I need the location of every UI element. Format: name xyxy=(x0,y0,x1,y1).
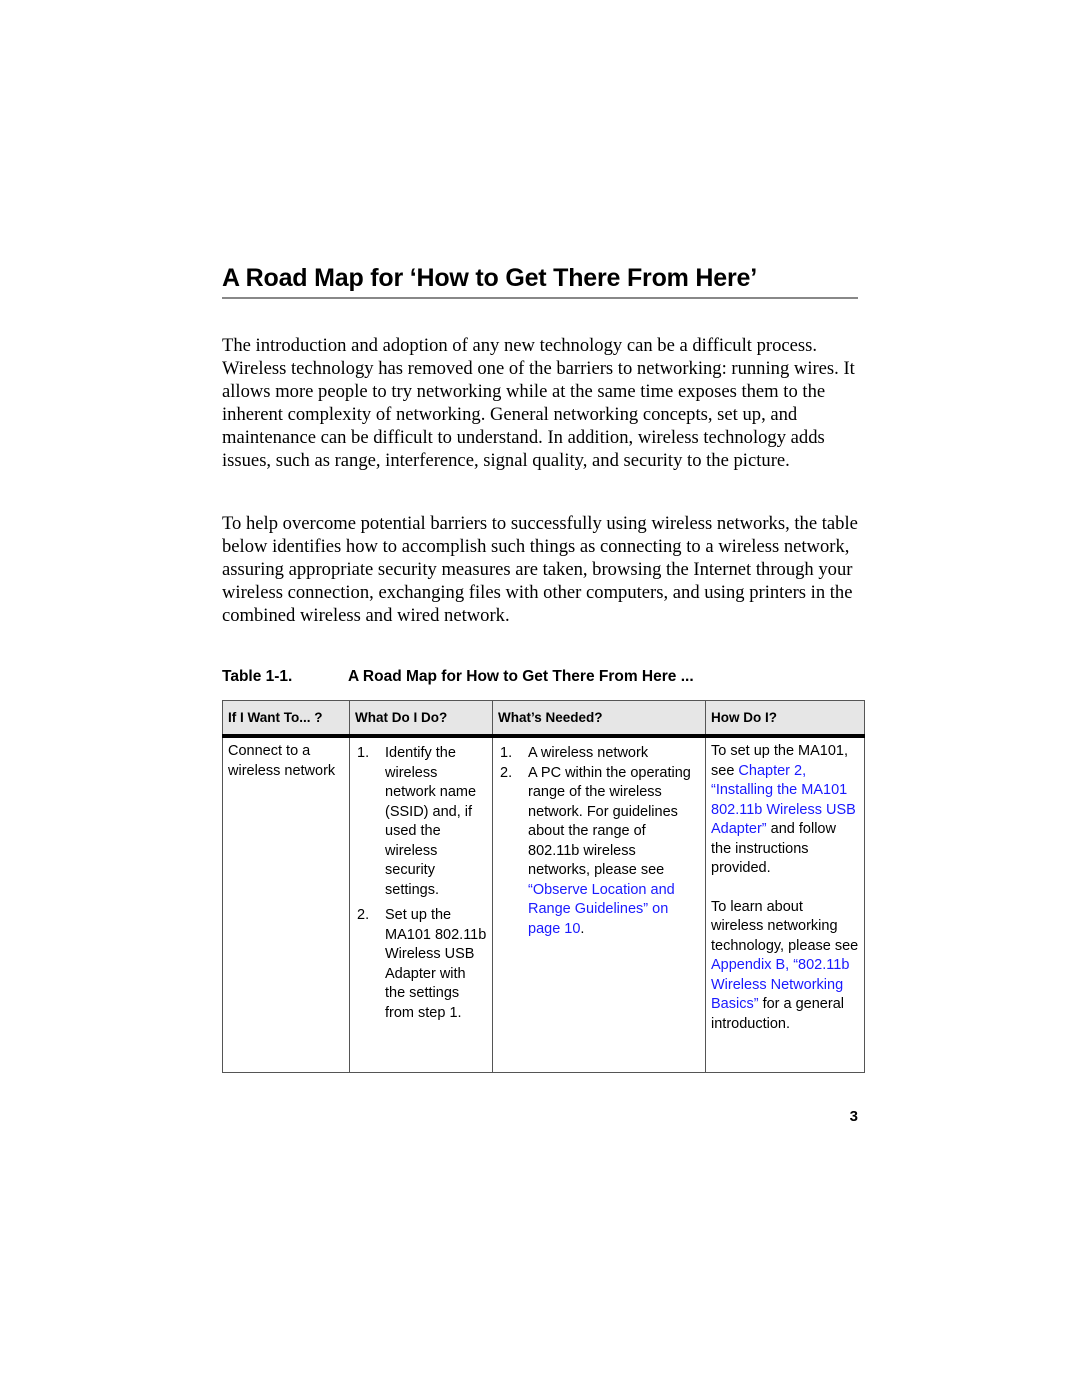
road-map-table: If I Want To... ? What Do I Do? What’s N… xyxy=(222,700,865,1073)
header-what-do-i-do: What Do I Do? xyxy=(349,700,493,738)
table-header-row: If I Want To... ? What Do I Do? What’s N… xyxy=(222,700,865,738)
how-setup-text: To set up the MA101, see Chapter 2, “Ins… xyxy=(711,743,856,876)
header-if-i-want-to: If I Want To... ? xyxy=(222,700,350,738)
overview-paragraph: To help overcome potential barriers to s… xyxy=(222,513,858,626)
needed-item: 2. A PC within the operating range of the… xyxy=(500,764,691,937)
intro-paragraph: The introduction and adoption of any new… xyxy=(222,335,855,471)
how-cell: To set up the MA101, see Chapter 2, “Ins… xyxy=(705,735,865,1073)
section-heading: A Road Map for ‘How to Get There From He… xyxy=(222,264,757,292)
header-whats-needed: What’s Needed? xyxy=(492,700,706,738)
actions-cell: 1. Identify the wireless network name (SS… xyxy=(349,735,493,1073)
header-how-do-i: How Do I? xyxy=(705,700,865,738)
table-number: Table 1-1. xyxy=(222,668,293,685)
location-range-guidelines-link[interactable]: “Observe Location and Range Guidelines” … xyxy=(528,882,675,937)
table-caption: Table 1-1. A Road Map for How to Get Ther… xyxy=(222,667,862,687)
table-row: Connect to a wireless network 1. Identify… xyxy=(222,735,865,1073)
action-step: 2. Set up the MA101 802.11b Wireless USB … xyxy=(357,907,487,1021)
table-title: A Road Map for How to Get There From Her… xyxy=(348,668,694,685)
page-number: 3 xyxy=(849,1108,858,1125)
needed-cell: 1. A wireless network 2. A PC within the o… xyxy=(492,735,706,1073)
action-step: 1. Identify the wireless network name (SS… xyxy=(357,745,477,898)
goal-cell: Connect to a wireless network xyxy=(222,735,350,1073)
heading-rule xyxy=(222,297,858,299)
how-learn-text: To learn about wireless networking techn… xyxy=(711,898,859,1032)
document-page: A Road Map for ‘How to Get There From He… xyxy=(0,0,1080,1397)
needed-item: 1. A wireless network xyxy=(500,745,649,761)
